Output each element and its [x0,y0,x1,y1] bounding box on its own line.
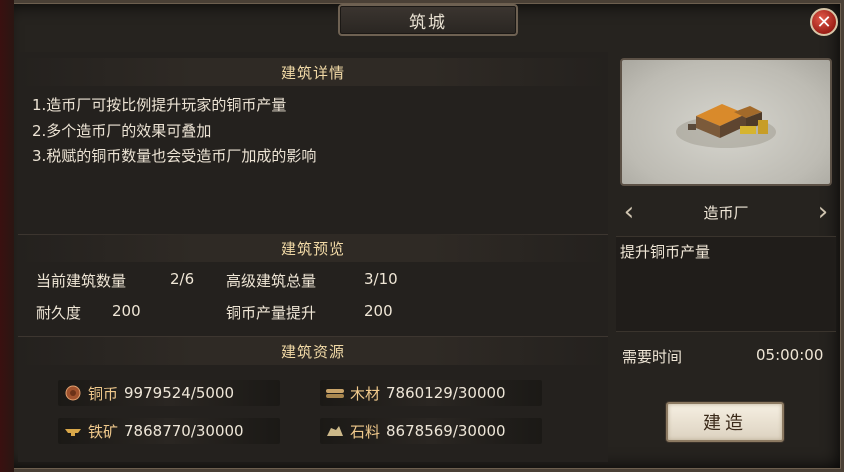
resource-name: 石料 [350,422,381,441]
window-title-text: 筑城 [409,12,447,33]
resource-wood: 木材 7860129/30000 [320,380,542,406]
advanced-total-label: 高级建筑总量 [226,272,317,290]
wood-icon [324,384,346,402]
preview-header: 建筑预览 [18,234,608,262]
resource-value: 7868770/30000 [124,422,244,440]
advanced-total-value: 3/10 [364,270,398,288]
details-header: 建筑详情 [18,58,608,86]
building-name: 造币厂 [703,203,749,222]
iron-ore-icon [62,422,84,440]
durability-label: 耐久度 [36,304,82,322]
detail-line-2: 2.多个造币厂的效果可叠加 [32,122,212,140]
stone-icon [324,422,346,440]
copper-boost-value: 200 [364,302,393,320]
resource-value: 7860129/30000 [386,384,506,402]
detail-line-3: 3.税赋的铜币数量也会受造币厂加成的影响 [32,147,317,165]
resource-stone: 石料 8678569/30000 [320,418,542,444]
build-button[interactable]: 建造 [666,402,784,442]
window-title: 筑城 [338,4,518,36]
close-icon: ✕ [816,11,832,33]
build-button-label: 建造 [703,413,747,434]
durability-value: 200 [112,302,141,320]
chevron-right-icon: › [817,197,829,227]
resource-iron: 铁矿 7868770/30000 [58,418,280,444]
building-info-panel: 建筑详情 1.造币厂可按比例提升玩家的铜币产量 2.多个造币厂的效果可叠加 3.… [18,52,608,462]
current-count-value: 2/6 [170,270,195,288]
resource-name: 铁矿 [88,422,119,441]
background-edge [0,0,14,472]
build-time-value: 05:00:00 [756,346,824,364]
building-effect-text: 提升铜币产量 [620,243,711,261]
building-effect-box: 提升铜币产量 [616,236,836,332]
build-time-label: 需要时间 [622,348,683,366]
resource-name: 铜币 [88,384,119,403]
copper-coin-icon [62,384,84,402]
close-button[interactable]: ✕ [810,8,838,36]
resource-value: 8678569/30000 [386,422,506,440]
current-count-label: 当前建筑数量 [36,272,127,290]
building-nav: ‹ 造币厂 › [616,194,836,230]
resource-name: 木材 [350,384,381,403]
resource-value: 9979524/5000 [124,384,235,402]
detail-line-1: 1.造币厂可按比例提升玩家的铜币产量 [32,96,287,114]
building-selector-panel: ‹ 造币厂 › 提升铜币产量 需要时间 05:00:00 建造 [616,52,836,462]
copper-boost-label: 铜币产量提升 [226,304,317,322]
chevron-left-icon: ‹ [623,197,635,227]
next-building-button[interactable]: › [810,195,836,229]
prev-building-button[interactable]: ‹ [616,195,642,229]
resources-header: 建筑资源 [18,337,608,365]
building-preview-image [620,58,832,186]
resource-copper: 铜币 9979524/5000 [58,380,280,406]
